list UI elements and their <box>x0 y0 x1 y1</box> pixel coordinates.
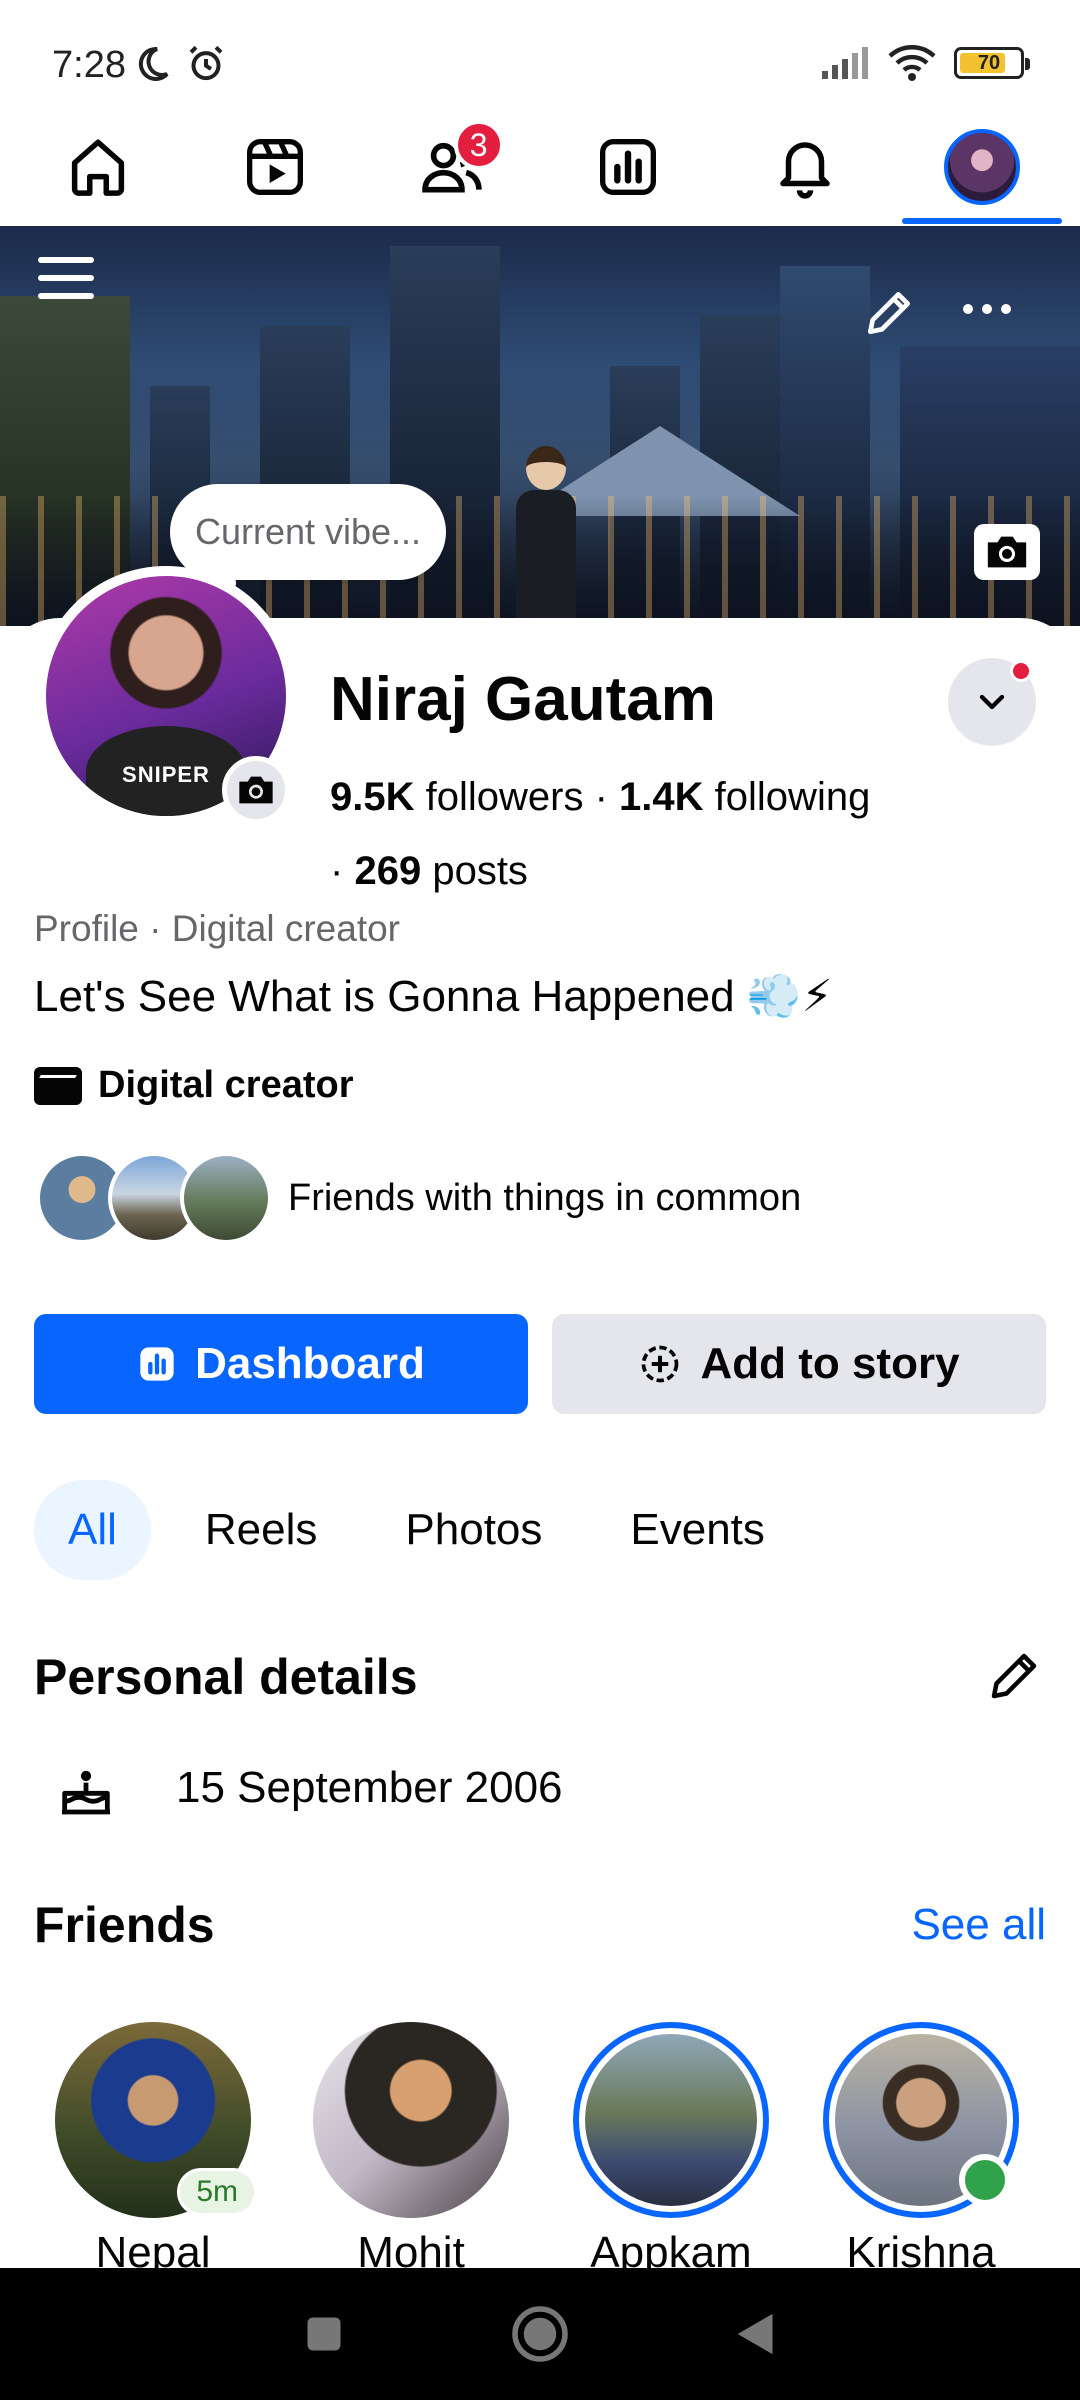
nav-friends[interactable]: 3 <box>392 112 512 222</box>
reels-icon <box>246 139 303 195</box>
tab-all[interactable]: All <box>34 1480 151 1580</box>
profile-category: Digital creator <box>34 1064 354 1107</box>
signal-icon <box>822 47 868 79</box>
more-options-button[interactable] <box>952 278 1022 340</box>
menu-button[interactable] <box>36 248 96 308</box>
friend-avatar-story <box>573 2022 769 2218</box>
followers-link[interactable]: 9.5K followers <box>330 775 583 819</box>
profile-camera-button[interactable] <box>222 756 290 824</box>
friend-name: Krishna <box>846 2228 996 2268</box>
pencil-icon <box>991 1653 1037 1699</box>
status-time: 7:28 <box>52 44 126 86</box>
profile-dropdown-button[interactable] <box>948 658 1036 746</box>
pencil-icon <box>868 292 910 334</box>
tab-events[interactable]: Events <box>596 1480 799 1580</box>
profile-meta: Profile · Digital creator <box>34 908 401 949</box>
status-right-icons: 70 <box>820 44 1030 82</box>
home-button-icon[interactable] <box>510 2304 570 2364</box>
camera-icon <box>239 776 273 804</box>
birthday-cake-icon <box>62 1770 110 1815</box>
online-indicator <box>959 2154 1011 2206</box>
chevron-down-icon <box>979 694 1005 710</box>
dashboard-button-label: Dashboard <box>195 1339 425 1388</box>
personal-details-title: Personal details <box>34 1649 418 1705</box>
category-label: Digital creator <box>98 1064 354 1106</box>
friend-name: Mohit <box>357 2228 465 2268</box>
current-vibe-bubble[interactable]: Current vibe... <box>170 484 446 580</box>
posts-link[interactable]: · 269 posts <box>330 849 528 893</box>
friends-title: Friends <box>34 1897 215 1953</box>
friend-card[interactable]: Krishna <box>816 2022 1026 2268</box>
edit-cover-button[interactable] <box>854 278 924 348</box>
friend-card[interactable]: 5m Nepal <box>48 2022 258 2268</box>
system-navigation-bar <box>0 2268 1080 2400</box>
friend-name: Appkam <box>590 2228 752 2268</box>
mutual-friends[interactable]: Friends with things in common <box>36 1152 801 1244</box>
add-to-story-button[interactable]: Add to story <box>552 1314 1046 1414</box>
recents-icon[interactable] <box>302 2312 346 2356</box>
moon-icon <box>138 46 169 81</box>
friend-card[interactable]: Mohit <box>306 2022 516 2268</box>
clapperboard-icon <box>34 1066 82 1105</box>
following-link[interactable]: 1.4K following <box>619 775 870 819</box>
battery-icon: 70 <box>954 47 1030 79</box>
friend-card[interactable]: Appkam <box>566 2022 776 2268</box>
top-nav: 3 <box>0 110 1080 224</box>
cover-camera-button[interactable] <box>974 524 1040 580</box>
dropdown-notification-dot <box>1010 660 1032 682</box>
add-to-story-label: Add to story <box>700 1339 960 1388</box>
battery-level: 70 <box>977 51 1001 74</box>
home-icon <box>72 139 125 196</box>
add-story-icon <box>642 1345 679 1383</box>
mutual-friends-text: Friends with things in common <box>288 1176 802 1219</box>
friend-name: Nepal <box>95 2228 211 2268</box>
nav-home[interactable] <box>38 112 158 222</box>
menu-icon <box>38 257 94 263</box>
profile-avatar-icon <box>943 129 1020 205</box>
mutual-avatar <box>180 1152 272 1244</box>
profile-bio: Let's See What is Gonna Happened 💨⚡ <box>34 972 833 1021</box>
more-icon <box>963 304 1011 314</box>
dashboard-icon <box>140 1347 174 1381</box>
nav-dashboard[interactable] <box>568 112 688 222</box>
dashboard-icon <box>600 139 657 195</box>
status-left-icons <box>132 44 226 84</box>
friend-avatar <box>313 2022 509 2218</box>
nav-notifications[interactable] <box>745 112 865 222</box>
birthday-text: 15 September 2006 <box>176 1763 563 1812</box>
nav-reels[interactable] <box>215 112 335 222</box>
status-bar: 7:28 70 <box>0 0 1080 120</box>
friend-avatar: 5m <box>55 2022 257 2218</box>
tab-photos[interactable]: Photos <box>371 1480 576 1580</box>
tab-reels[interactable]: Reels <box>171 1480 352 1580</box>
back-icon[interactable] <box>734 2310 778 2358</box>
dashboard-button[interactable]: Dashboard <box>34 1314 528 1414</box>
active-time-chip: 5m <box>177 2168 257 2216</box>
nav-profile[interactable] <box>901 112 1062 224</box>
camera-icon <box>987 536 1027 568</box>
wifi-icon <box>888 45 936 81</box>
alarm-icon <box>189 45 223 81</box>
edit-details-button[interactable] <box>984 1646 1044 1706</box>
birthday-row: 15 September 2006 <box>54 1756 563 1820</box>
profile-stats: 9.5K followers · 1.4K following · 269 po… <box>330 775 871 893</box>
profile-name: Niraj Gautam <box>330 665 716 734</box>
content-tabs: All Reels Photos Events <box>34 1480 799 1580</box>
friends-badge: 3 <box>453 120 504 170</box>
cover-figure <box>516 446 576 626</box>
friend-avatar-story <box>823 2022 1019 2218</box>
see-all-friends-link[interactable]: See all <box>911 1900 1046 1950</box>
bell-icon <box>780 142 830 199</box>
friends-list: 5m Nepal Mohit Appkam Krishna <box>0 2022 1080 2268</box>
